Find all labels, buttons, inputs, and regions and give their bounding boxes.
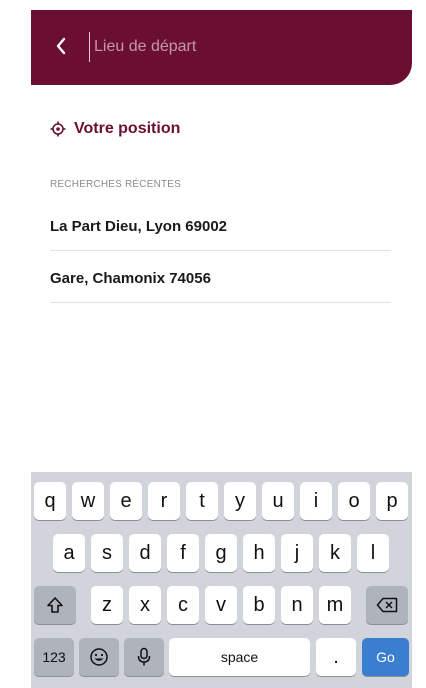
key-d[interactable]: d <box>129 534 161 572</box>
key-w[interactable]: w <box>72 482 104 520</box>
key-p[interactable]: p <box>376 482 408 520</box>
divider <box>50 250 391 251</box>
key-z[interactable]: z <box>91 586 123 624</box>
back-button[interactable] <box>49 32 73 60</box>
backspace-key[interactable] <box>366 586 408 624</box>
key-r[interactable]: r <box>148 482 180 520</box>
key-c[interactable]: c <box>167 586 199 624</box>
emoji-key[interactable] <box>79 638 119 676</box>
key-x[interactable]: x <box>129 586 161 624</box>
microphone-icon <box>137 647 151 666</box>
key-m[interactable]: m <box>319 586 351 624</box>
microphone-key[interactable] <box>124 638 164 676</box>
key-a[interactable]: a <box>53 534 85 572</box>
key-v[interactable]: v <box>205 586 237 624</box>
recent-searches-title: RECHERCHES RÉCENTES <box>50 179 182 190</box>
key-e[interactable]: e <box>110 482 142 520</box>
key-b[interactable]: b <box>243 586 275 624</box>
key-t[interactable]: t <box>186 482 218 520</box>
backspace-icon <box>376 597 398 613</box>
departure-input[interactable] <box>89 32 396 62</box>
shift-key[interactable] <box>34 586 76 624</box>
recent-item-label: La Part Dieu, Lyon 69002 <box>50 217 228 235</box>
current-position-button[interactable]: Votre position <box>50 117 180 141</box>
chevron-left-icon <box>56 37 66 55</box>
key-q[interactable]: q <box>34 482 66 520</box>
space-key[interactable]: space <box>169 638 310 676</box>
key-k[interactable]: k <box>319 534 351 572</box>
screen: Votre position RECHERCHES RÉCENTES La Pa… <box>31 10 412 688</box>
recent-item-label: Gare, Chamonix 74056 <box>50 269 211 287</box>
key-s[interactable]: s <box>91 534 123 572</box>
key-n[interactable]: n <box>281 586 313 624</box>
key-j[interactable]: j <box>281 534 313 572</box>
recent-item[interactable]: La Part Dieu, Lyon 69002 <box>50 206 391 246</box>
crosshair-icon <box>50 121 66 137</box>
key-y[interactable]: y <box>224 482 256 520</box>
divider <box>50 302 391 303</box>
go-key[interactable]: Go <box>362 638 409 676</box>
key-h[interactable]: h <box>243 534 275 572</box>
recent-item[interactable]: Gare, Chamonix 74056 <box>50 258 391 298</box>
shift-icon <box>47 597 63 613</box>
key-i[interactable]: i <box>300 482 332 520</box>
key-u[interactable]: u <box>262 482 294 520</box>
numbers-key[interactable]: 123 <box>34 638 74 676</box>
period-key[interactable]: . <box>316 638 356 676</box>
key-l[interactable]: l <box>357 534 389 572</box>
key-g[interactable]: g <box>205 534 237 572</box>
onscreen-keyboard: q w e r t y u i o p a s d f g h j k l z … <box>31 472 412 688</box>
current-position-label: Votre position <box>74 120 181 137</box>
header-bar <box>31 10 412 85</box>
emoji-icon <box>90 648 108 666</box>
key-o[interactable]: o <box>338 482 370 520</box>
key-f[interactable]: f <box>167 534 199 572</box>
